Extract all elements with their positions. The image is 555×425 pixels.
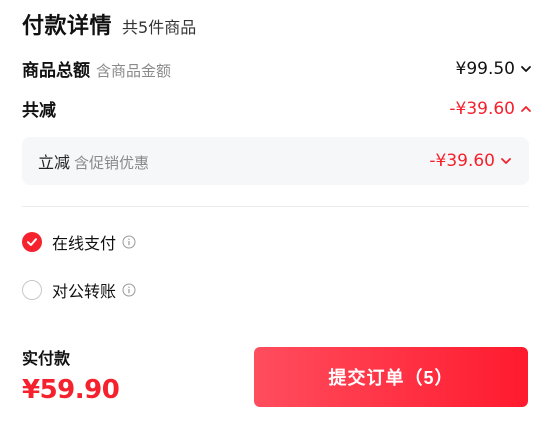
item-count: 共5件商品 (122, 18, 197, 37)
radio-checked-icon[interactable] (22, 232, 42, 252)
goods-total-row: 商品总额 含商品金额 ¥99.50 (22, 56, 533, 81)
total-reduction-row: 共减 -¥39.60 (22, 96, 533, 121)
payment-option-online[interactable]: 在线支付 (22, 230, 136, 254)
actual-payment-amount: ¥59.90 (22, 375, 120, 405)
actual-payment-label: 实付款 (22, 349, 71, 368)
chevron-up-icon (521, 105, 531, 112)
page-title: 付款详情 (22, 14, 113, 39)
payment-details-header: 付款详情 共5件商品 (22, 8, 196, 40)
section-divider (22, 206, 529, 207)
goods-total-amount-toggle[interactable]: ¥99.50 (456, 59, 533, 79)
radio-unchecked-icon[interactable] (22, 280, 42, 300)
goods-total-hint: 含商品金额 (96, 62, 172, 80)
total-reduction-label: 共减 (22, 101, 56, 121)
instant-discount-amount: -¥39.60 (429, 151, 495, 171)
instant-discount-label: 立减 (38, 153, 71, 172)
payment-option-bank-transfer[interactable]: 对公转账 (22, 278, 136, 302)
info-icon[interactable] (122, 283, 136, 297)
payment-option-label: 在线支付 (52, 234, 117, 253)
instant-discount-box: 立减 含促销优惠 -¥39.60 (22, 137, 529, 185)
payment-option-label: 对公转账 (52, 282, 117, 301)
total-reduction-amount: -¥39.60 (449, 98, 515, 119)
instant-discount-hint: 含促销优惠 (74, 154, 150, 172)
chevron-down-icon (521, 65, 531, 72)
chevron-down-icon (501, 158, 511, 164)
total-reduction-amount-toggle[interactable]: -¥39.60 (449, 99, 533, 119)
goods-total-label: 商品总额 (22, 61, 90, 81)
goods-total-amount: ¥99.50 (455, 58, 515, 79)
info-icon[interactable] (122, 235, 136, 249)
submit-order-button[interactable]: 提交订单（5） (254, 347, 528, 407)
instant-discount-amount-toggle[interactable]: -¥39.60 (429, 151, 513, 171)
